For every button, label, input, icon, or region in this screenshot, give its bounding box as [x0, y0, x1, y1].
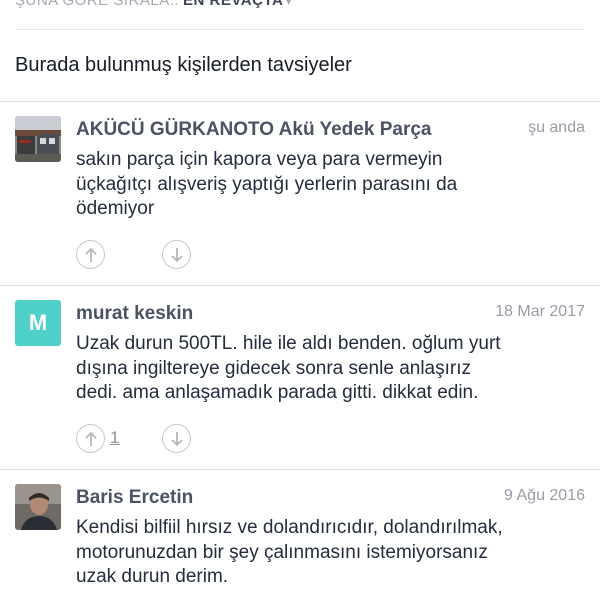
tip-item: AKÜCÜ GÜRKANOTO Akü Yedek Parça şu anda … — [0, 102, 600, 285]
tip-author[interactable]: murat keskin — [76, 303, 193, 325]
avatar-photo — [15, 116, 61, 162]
tip-item: M murat keskin 18 Mar 2017 Uzak durun 50… — [0, 286, 600, 469]
tip-author[interactable]: AKÜCÜ GÜRKANOTO Akü Yedek Parça — [76, 119, 431, 141]
section-title: Burada bulunmuş kişilerden tavsiyeler — [15, 54, 352, 76]
tip-text: Kendisi bilfiil hırsız ve dolandırıcıdır… — [76, 516, 586, 590]
tip-author[interactable]: Baris Ercetin — [76, 487, 193, 509]
tip-item: Baris Ercetin 9 Ağu 2016 Kendisi bilfiil… — [0, 470, 600, 600]
chevron-down-icon[interactable]: ▾ — [285, 0, 292, 8]
tip-text-line: ödemiyor — [76, 198, 155, 219]
avatar[interactable] — [15, 484, 61, 530]
tip-text: Uzak durun 500TL. hile ile aldı benden. … — [76, 332, 586, 406]
tip-date: şu anda — [528, 119, 585, 136]
tip-date: 18 Mar 2017 — [495, 303, 585, 320]
downvote-button[interactable] — [162, 240, 191, 269]
upvote-button[interactable] — [76, 240, 105, 269]
tip-text-line: dedi. ama anlaşamadık parada gitti. dikk… — [76, 382, 479, 403]
upvote-button[interactable] — [76, 424, 105, 453]
arrow-up-icon — [84, 431, 97, 446]
upvote-count[interactable]: 1 — [110, 428, 119, 448]
avatar[interactable] — [15, 116, 61, 162]
sort-label: ŞUNA GÖRE SIRALA:: — [15, 0, 180, 9]
downvote-button[interactable] — [162, 424, 191, 453]
tip-text-line: Uzak durun 500TL. hile ile aldı benden. … — [76, 333, 501, 354]
sort-divider — [15, 29, 585, 30]
tip-text-line: motorunuzdan bir şey çalınmasını istemiy… — [76, 541, 488, 563]
arrow-up-icon — [84, 247, 97, 262]
avatar-photo — [15, 484, 61, 530]
tip-text-line: uzak durun derim. — [76, 566, 229, 587]
arrow-down-icon — [170, 247, 183, 262]
tip-text-line: dışına ingiltereye gidecek sonra senle a… — [76, 357, 472, 379]
sort-value[interactable]: EN REVAÇTA — [183, 0, 283, 9]
sort-selector[interactable]: ŞUNA GÖRE SIRALA:: EN REVAÇTA ▾ — [15, 0, 292, 14]
avatar[interactable]: M — [15, 300, 61, 346]
tip-date: 9 Ağu 2016 — [504, 487, 585, 504]
tip-text: sakın parça için kapora veya para vermey… — [76, 148, 586, 222]
arrow-down-icon — [170, 431, 183, 446]
tip-text-line: Kendisi bilfiil hırsız ve dolandırıcıdır… — [76, 517, 503, 538]
tip-text-line: sakın parça için kapora veya para vermey… — [76, 149, 443, 170]
tip-text-line: üçkağıtçı alışveriş yaptığı yerlerin par… — [76, 173, 458, 195]
